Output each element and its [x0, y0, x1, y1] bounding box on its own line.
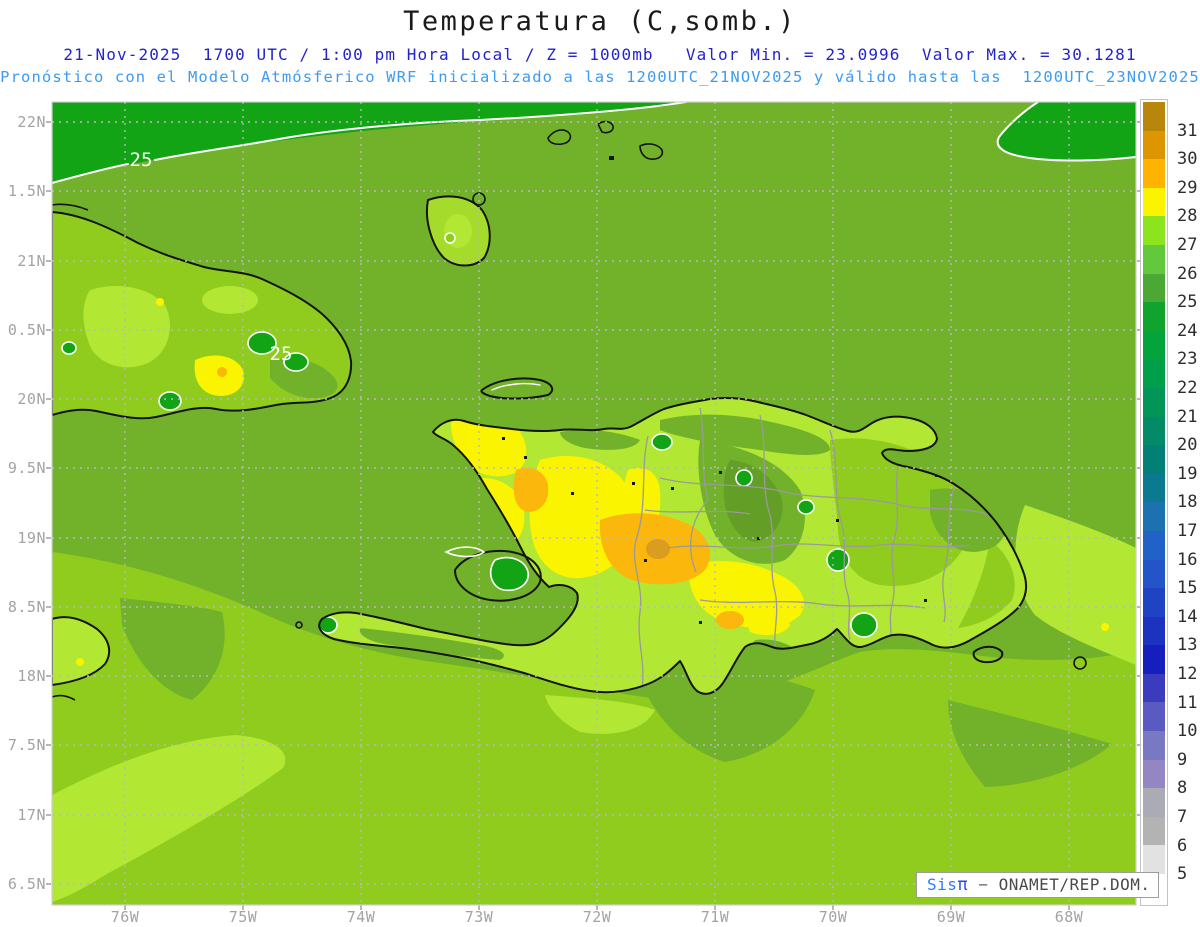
colorbar-label: 20: [1177, 435, 1198, 456]
gonave-cool-blob: [489, 556, 529, 592]
colorbar-segment: [1143, 216, 1165, 245]
colorbar-label: 6: [1177, 835, 1188, 856]
colorbar-label: 14: [1177, 606, 1198, 627]
subtitle-forecast-time: 21-Nov-2025 1700 UTC / 1:00 pm Hora Loca…: [63, 45, 1137, 64]
colorbar-segment: [1143, 302, 1165, 331]
warm-speck-east: [1101, 623, 1109, 631]
page-title: Temperatura (C,somb.): [403, 6, 797, 37]
y-axis-label: 17N: [17, 806, 46, 824]
x-axis-label: 76W: [110, 908, 140, 926]
colorbar-segment: [1143, 416, 1165, 446]
colorbar-segment: [1143, 559, 1165, 589]
subtitle-model-info: Pronóstico con el Modelo Atmósferico WRF…: [0, 68, 1200, 86]
y-axis-label: 8.5N: [7, 598, 46, 616]
contour-label: 25: [270, 343, 293, 365]
colorbar-segment: [1143, 845, 1165, 875]
colorbar-segment: [1143, 759, 1165, 789]
colorbar-segment: [1143, 731, 1165, 760]
x-axis-label: 68W: [1054, 908, 1084, 926]
colorbar-label: 15: [1177, 578, 1198, 599]
y-axis-label: 7.5N: [7, 736, 46, 754]
y-axis-label: 9.5N: [7, 459, 46, 477]
y-axis-label: 0.5N: [7, 321, 46, 339]
colorbar-segment: [1143, 788, 1165, 817]
colorbar-segment: [1143, 359, 1165, 388]
colorbar-label: 9: [1177, 749, 1188, 770]
map-svg: 25 25: [46, 101, 1140, 910]
colorbar-segment: [1143, 530, 1165, 560]
colorbar-label: 18: [1177, 492, 1198, 513]
x-axis-label: 73W: [464, 908, 494, 926]
x-axis-label: 71W: [700, 908, 730, 926]
pi-symbol: π: [957, 875, 969, 895]
colorbar-segment: [1143, 102, 1165, 131]
y-axis-label: 18N: [17, 667, 46, 685]
colorbar-label: 29: [1177, 177, 1198, 198]
colorbar-segment: [1143, 673, 1165, 703]
colorbar-label: 8: [1177, 778, 1188, 799]
colorbar-segment: [1143, 816, 1165, 846]
y-axis-label: 6.5N: [7, 875, 46, 893]
colorbar: [1140, 99, 1168, 906]
x-axis-label: 69W: [936, 908, 966, 926]
x-axis-label: 72W: [582, 908, 612, 926]
colorbar-label: 5: [1177, 864, 1188, 885]
colorbar-label: 27: [1177, 235, 1198, 255]
colorbar-segment: [1143, 502, 1165, 531]
y-axis-label: 19N: [17, 529, 46, 547]
watermark-separator: −: [968, 875, 999, 894]
map-field-layers: 25 25: [52, 102, 1136, 905]
colorbar-segment: [1143, 445, 1165, 474]
colorbar-label: 11: [1177, 692, 1198, 713]
colorbar-segment: [1143, 616, 1165, 646]
colorbar-segment: [1143, 645, 1165, 674]
colorbar-segment: [1143, 130, 1165, 160]
colorbar-label: 23: [1177, 349, 1198, 370]
watermark: Sisπ − ONAMET/REP.DOM.: [916, 872, 1159, 898]
colorbar-segment: [1143, 159, 1165, 188]
colorbar-segment: [1143, 187, 1165, 217]
x-axis-label: 74W: [346, 908, 376, 926]
y-axis-label: 22N: [17, 113, 46, 131]
x-axis-label: 75W: [228, 908, 258, 926]
colorbar-label: 21: [1177, 406, 1198, 427]
colorbar-label: 24: [1177, 320, 1198, 341]
colorbar-segment: [1143, 473, 1165, 503]
colorbar-segment: [1143, 588, 1165, 617]
y-axis-label: 20N: [17, 390, 46, 408]
colorbar-label: 22: [1177, 378, 1198, 398]
colorbar-label: 10: [1177, 721, 1198, 742]
colorbar-label: 13: [1177, 635, 1198, 656]
colorbar-label: 12: [1177, 664, 1198, 684]
colorbar-label: 30: [1177, 149, 1198, 170]
colorbar-segment: [1143, 387, 1165, 417]
colorbar-label: 28: [1177, 206, 1198, 227]
colorbar-segment: [1143, 244, 1165, 274]
colorbar-segment: [1143, 702, 1165, 732]
contour-label: 25: [130, 149, 153, 171]
inagua-ring: [444, 232, 456, 244]
y-axis-label: 21N: [17, 252, 46, 270]
colorbar-label: 16: [1177, 549, 1198, 570]
colorbar-segment: [1143, 330, 1165, 360]
colorbar-label: 7: [1177, 807, 1188, 827]
colorbar-label: 26: [1177, 263, 1198, 284]
y-axis-label: 1.5N: [7, 182, 46, 200]
colorbar-label: 17: [1177, 521, 1198, 541]
colorbar-label: 31: [1177, 120, 1198, 141]
watermark-agency: ONAMET/REP.DOM.: [998, 875, 1151, 894]
jamaica-warm-speck: [76, 658, 84, 666]
x-axis-label: 70W: [818, 908, 848, 926]
colorbar-label: 19: [1177, 463, 1198, 484]
colorbar-segment: [1143, 273, 1165, 303]
colorbar-label: 25: [1177, 292, 1198, 313]
watermark-brand: Sis: [927, 875, 958, 894]
weather-map-page: { "header": { "title": "Temperatura (C,s…: [0, 0, 1200, 927]
